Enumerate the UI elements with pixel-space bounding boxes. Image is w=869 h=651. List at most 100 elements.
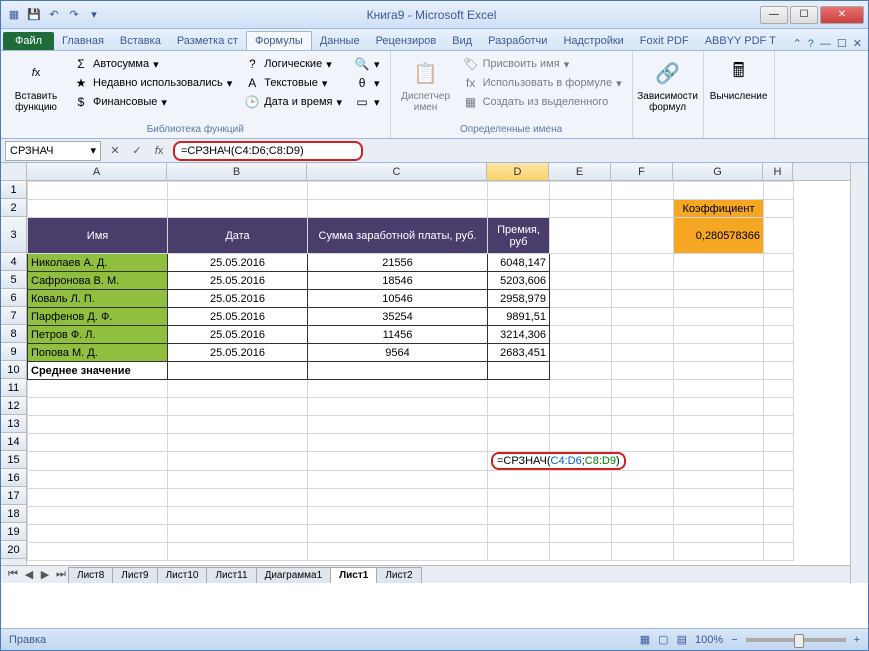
row-15[interactable]: 15 bbox=[1, 451, 26, 469]
name-box[interactable]: СРЗНАЧ▾ bbox=[5, 141, 101, 161]
col-H[interactable]: H bbox=[763, 163, 793, 180]
col-G[interactable]: G bbox=[673, 163, 763, 180]
sheet-tab[interactable]: Лист10 bbox=[157, 567, 208, 583]
row-11[interactable]: 11 bbox=[1, 379, 26, 397]
logical-button[interactable]: ?Логические ▾ bbox=[240, 55, 346, 73]
math-button[interactable]: θ▾ bbox=[350, 74, 384, 92]
view-normal-icon[interactable]: ▦ bbox=[640, 633, 650, 646]
tab-nav-prev[interactable]: ◀ bbox=[21, 567, 37, 583]
col-B[interactable]: B bbox=[167, 163, 307, 180]
formula-auditing-button[interactable]: 🔗 Зависимости формул bbox=[639, 53, 697, 113]
tab-data[interactable]: Данные bbox=[312, 32, 368, 50]
sheet-tab[interactable]: Лист11 bbox=[206, 567, 256, 583]
define-name-button[interactable]: 🏷Присвоить имя ▾ bbox=[459, 55, 626, 73]
tab-addins[interactable]: Надстройки bbox=[555, 32, 631, 50]
insert-function-button[interactable]: fx Вставить функцию bbox=[7, 53, 65, 113]
fx-button[interactable]: fx bbox=[149, 141, 169, 161]
tab-formulas[interactable]: Формулы bbox=[246, 31, 312, 50]
minimize-button[interactable]: — bbox=[760, 6, 788, 24]
col-C[interactable]: C bbox=[307, 163, 487, 180]
redo-icon[interactable]: ↷ bbox=[65, 6, 83, 24]
select-all-corner[interactable] bbox=[1, 163, 27, 180]
col-E[interactable]: E bbox=[549, 163, 611, 180]
row-12[interactable]: 12 bbox=[1, 397, 26, 415]
ribbon-minimize-icon[interactable]: ⌃ bbox=[793, 37, 802, 50]
row-4[interactable]: 4 bbox=[1, 253, 26, 271]
row-9[interactable]: 9 bbox=[1, 343, 26, 361]
financial-button[interactable]: $Финансовые ▾ bbox=[69, 93, 236, 111]
hdr-name: Имя bbox=[28, 218, 168, 254]
tab-file[interactable]: Файл bbox=[3, 32, 54, 50]
spreadsheet-grid[interactable]: A B C D E F G H 1 2 3 4 5 6 7 8 9 10 11 … bbox=[1, 163, 868, 583]
chevron-down-icon[interactable]: ▾ bbox=[90, 144, 96, 157]
zoom-level[interactable]: 100% bbox=[695, 634, 723, 646]
row-13[interactable]: 13 bbox=[1, 415, 26, 433]
col-A[interactable]: A bbox=[27, 163, 167, 180]
row-19[interactable]: 19 bbox=[1, 523, 26, 541]
tab-view[interactable]: Вид bbox=[444, 32, 480, 50]
cells-table[interactable]: Коэффициент ИмяДатаСумма заработной плат… bbox=[27, 181, 794, 561]
row-8[interactable]: 8 bbox=[1, 325, 26, 343]
sheet-tab-active[interactable]: Лист1 bbox=[330, 567, 377, 583]
row-18[interactable]: 18 bbox=[1, 505, 26, 523]
datetime-button[interactable]: 🕒Дата и время ▾ bbox=[240, 93, 346, 111]
accept-formula-button[interactable]: ✓ bbox=[127, 141, 147, 161]
tab-abbyy[interactable]: ABBYY PDF T bbox=[697, 32, 784, 50]
view-break-icon[interactable]: ▤ bbox=[677, 633, 687, 646]
tab-nav-first[interactable]: ⏮ bbox=[5, 567, 21, 583]
tab-layout[interactable]: Разметка ст bbox=[169, 32, 246, 50]
save-icon[interactable]: 💾 bbox=[25, 6, 43, 24]
undo-icon[interactable]: ↶ bbox=[45, 6, 63, 24]
row-16[interactable]: 16 bbox=[1, 469, 26, 487]
sheet-tab[interactable]: Диаграмма1 bbox=[256, 567, 332, 583]
doc-close-icon[interactable]: ✕ bbox=[853, 37, 862, 50]
qat-more-icon[interactable]: ▾ bbox=[85, 6, 103, 24]
col-D[interactable]: D bbox=[487, 163, 549, 180]
autosum-button[interactable]: ΣАвтосумма ▾ bbox=[69, 55, 236, 73]
tab-nav-last[interactable]: ⏭ bbox=[53, 567, 69, 583]
zoom-in-button[interactable]: + bbox=[854, 634, 860, 646]
excel-icon[interactable]: ▦ bbox=[5, 6, 23, 24]
text-button[interactable]: AТекстовые ▾ bbox=[240, 74, 346, 92]
row-17[interactable]: 17 bbox=[1, 487, 26, 505]
tab-nav-next[interactable]: ▶ bbox=[37, 567, 53, 583]
editing-cell[interactable]: =СРЗНАЧ(C4:D6;C8:D9) СРЗНАЧ(число1; [чис… bbox=[488, 452, 674, 471]
view-layout-icon[interactable]: ▢ bbox=[658, 633, 668, 646]
doc-restore-icon[interactable]: ☐ bbox=[837, 37, 847, 50]
cancel-formula-button[interactable]: ✕ bbox=[105, 141, 125, 161]
sheet-tab[interactable]: Лист8 bbox=[68, 567, 113, 583]
doc-min-icon[interactable]: — bbox=[820, 38, 831, 50]
more-button[interactable]: ▭▾ bbox=[350, 93, 384, 111]
maximize-button[interactable]: ☐ bbox=[790, 6, 818, 24]
row-5[interactable]: 5 bbox=[1, 271, 26, 289]
audit-icon: 🔗 bbox=[652, 57, 684, 89]
sheet-tab[interactable]: Лист9 bbox=[112, 567, 157, 583]
tab-home[interactable]: Главная bbox=[54, 32, 112, 50]
tab-foxit[interactable]: Foxit PDF bbox=[632, 32, 697, 50]
row-14[interactable]: 14 bbox=[1, 433, 26, 451]
row-20[interactable]: 20 bbox=[1, 541, 26, 559]
help-icon[interactable]: ? bbox=[808, 38, 814, 50]
create-from-selection-button[interactable]: ▦Создать из выделенного bbox=[459, 93, 626, 111]
col-F[interactable]: F bbox=[611, 163, 673, 180]
close-button[interactable]: ✕ bbox=[820, 6, 864, 24]
name-manager-button[interactable]: 📋 Диспетчер имен bbox=[397, 53, 455, 113]
vertical-scrollbar[interactable] bbox=[850, 163, 868, 583]
row-2[interactable]: 2 bbox=[1, 199, 26, 217]
formula-input[interactable]: =СРЗНАЧ(C4:D6;C8:D9) bbox=[173, 141, 363, 161]
row-10[interactable]: 10 bbox=[1, 361, 26, 379]
tab-insert[interactable]: Вставка bbox=[112, 32, 169, 50]
row-1[interactable]: 1 bbox=[1, 181, 26, 199]
recent-button[interactable]: ★Недавно использовались ▾ bbox=[69, 74, 236, 92]
row-3[interactable]: 3 bbox=[1, 217, 26, 253]
sheet-tab[interactable]: Лист2 bbox=[376, 567, 421, 583]
tab-dev[interactable]: Разработчи bbox=[480, 32, 555, 50]
tab-review[interactable]: Рецензиров bbox=[368, 32, 445, 50]
calculation-button[interactable]: 🖩 Вычисление bbox=[710, 53, 768, 102]
lookup-button[interactable]: 🔍▾ bbox=[350, 55, 384, 73]
zoom-out-button[interactable]: − bbox=[731, 634, 737, 646]
zoom-slider[interactable] bbox=[746, 638, 846, 642]
use-in-formula-button[interactable]: fxИспользовать в формуле ▾ bbox=[459, 74, 626, 92]
row-7[interactable]: 7 bbox=[1, 307, 26, 325]
row-6[interactable]: 6 bbox=[1, 289, 26, 307]
